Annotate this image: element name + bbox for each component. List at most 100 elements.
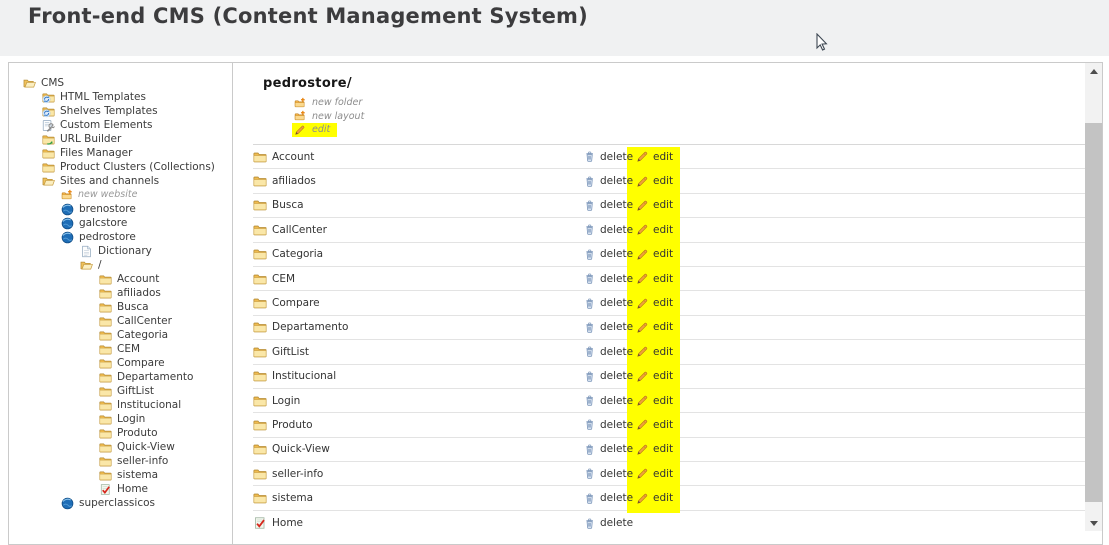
- trash-icon: [583, 175, 596, 188]
- scrollbar[interactable]: [1085, 63, 1102, 531]
- delete-button[interactable]: delete: [583, 194, 633, 217]
- tree-item-sites-and-channels[interactable]: Sites and channels: [9, 174, 232, 188]
- delete-button[interactable]: delete: [583, 511, 633, 535]
- pencil-icon: [294, 124, 306, 136]
- tree-item-custom-elements[interactable]: Custom Elements: [9, 118, 232, 132]
- edit-label: edit: [653, 248, 673, 260]
- pencil-icon: [636, 297, 649, 310]
- folder-closed-icon: [99, 301, 112, 314]
- folder-closed-icon: [253, 272, 267, 286]
- tree-item-label: CEM: [117, 342, 140, 356]
- list-row-giftlist: GiftListdeleteedit: [253, 340, 1085, 364]
- tree-item-label: CallCenter: [117, 314, 172, 328]
- edit-button[interactable]: edit: [636, 413, 673, 436]
- tree-item-brenostore[interactable]: brenostore: [9, 202, 232, 216]
- edit-button[interactable]: edit: [636, 365, 673, 388]
- scroll-down-button[interactable]: [1085, 515, 1102, 531]
- globe-icon: [61, 217, 74, 230]
- scrollbar-thumb[interactable]: [1085, 123, 1102, 502]
- new-layout-action[interactable]: new layout: [292, 110, 371, 124]
- tree-item-seller-info[interactable]: seller-info: [9, 454, 232, 468]
- pencil-icon: [636, 492, 649, 505]
- tree-item-cms[interactable]: CMS: [9, 76, 232, 90]
- trash-icon: [583, 394, 596, 407]
- edit-label: edit: [653, 199, 673, 211]
- new-folder-action[interactable]: new folder: [292, 96, 369, 110]
- edit-button[interactable]: edit: [636, 194, 673, 217]
- tree-item-produto[interactable]: Produto: [9, 426, 232, 440]
- delete-button[interactable]: delete: [583, 486, 633, 509]
- delete-button[interactable]: delete: [583, 291, 633, 314]
- edit-action[interactable]: edit: [292, 123, 337, 137]
- edit-button[interactable]: edit: [636, 218, 673, 241]
- tree-item-dictionary[interactable]: Dictionary: [9, 244, 232, 258]
- tree-item-product-clusters-collections[interactable]: Product Clusters (Collections): [9, 160, 232, 174]
- folder-closed-icon: [99, 455, 112, 468]
- scroll-up-button[interactable]: [1085, 63, 1102, 79]
- tree-item-label: Product Clusters (Collections): [60, 160, 215, 174]
- folder-closed-icon: [253, 150, 267, 164]
- tree-item-busca[interactable]: Busca: [9, 300, 232, 314]
- edit-button[interactable]: edit: [636, 462, 673, 485]
- tree-item-categoria[interactable]: Categoria: [9, 328, 232, 342]
- tree-item-files-manager[interactable]: Files Manager: [9, 146, 232, 160]
- tree-item-label: Compare: [117, 356, 165, 370]
- trash-icon: [583, 467, 596, 480]
- action-label: edit: [312, 124, 330, 135]
- delete-button[interactable]: delete: [583, 316, 633, 339]
- tree-item-cem[interactable]: CEM: [9, 342, 232, 356]
- edit-label: edit: [653, 321, 673, 333]
- pencil-icon: [636, 443, 649, 456]
- delete-button[interactable]: delete: [583, 267, 633, 290]
- delete-button[interactable]: delete: [583, 243, 633, 266]
- tree-item-login[interactable]: Login: [9, 412, 232, 426]
- edit-button[interactable]: edit: [636, 291, 673, 314]
- delete-button[interactable]: delete: [583, 462, 633, 485]
- edit-label: edit: [653, 346, 673, 358]
- delete-button[interactable]: delete: [583, 169, 633, 192]
- tree-item-callcenter[interactable]: CallCenter: [9, 314, 232, 328]
- folder-closed-icon: [99, 315, 112, 328]
- tree-item-afiliados[interactable]: afiliados: [9, 286, 232, 300]
- tree-item-superclassicos[interactable]: superclassicos: [9, 496, 232, 510]
- tree-item-html-templates[interactable]: HTML Templates: [9, 90, 232, 104]
- delete-button[interactable]: delete: [583, 145, 633, 168]
- row-name: Busca: [253, 194, 304, 217]
- edit-button[interactable]: edit: [636, 267, 673, 290]
- folder-closed-icon: [99, 385, 112, 398]
- tree-item-label: Files Manager: [60, 146, 132, 160]
- delete-button[interactable]: delete: [583, 389, 633, 412]
- tree-item-root[interactable]: /: [9, 258, 232, 272]
- row-name: Login: [253, 389, 300, 412]
- row-name-label: sistema: [272, 492, 313, 504]
- delete-button[interactable]: delete: [583, 340, 633, 363]
- tree-item-home[interactable]: Home: [9, 482, 232, 496]
- edit-button[interactable]: edit: [636, 243, 673, 266]
- edit-button[interactable]: edit: [636, 169, 673, 192]
- tree-item-url-builder[interactable]: URL Builder: [9, 132, 232, 146]
- tree-item-quick-view[interactable]: Quick-View: [9, 440, 232, 454]
- tree-item-giftlist[interactable]: GiftList: [9, 384, 232, 398]
- pencil-icon: [636, 199, 649, 212]
- tree-item-compare[interactable]: Compare: [9, 356, 232, 370]
- edit-button[interactable]: edit: [636, 340, 673, 363]
- edit-button[interactable]: edit: [636, 486, 673, 509]
- tree-item-galcstore[interactable]: galcstore: [9, 216, 232, 230]
- tree-item-pedrostore[interactable]: pedrostore: [9, 230, 232, 244]
- delete-label: delete: [600, 151, 633, 163]
- delete-button[interactable]: delete: [583, 218, 633, 241]
- tree-item-shelves-templates[interactable]: Shelves Templates: [9, 104, 232, 118]
- tree-item-sistema[interactable]: sistema: [9, 468, 232, 482]
- tree-item-account[interactable]: Account: [9, 272, 232, 286]
- edit-button[interactable]: edit: [636, 389, 673, 412]
- tree-item-institucional[interactable]: Institucional: [9, 398, 232, 412]
- tree-item-departamento[interactable]: Departamento: [9, 370, 232, 384]
- tree-item-label: GiftList: [117, 384, 154, 398]
- edit-button[interactable]: edit: [636, 438, 673, 461]
- delete-button[interactable]: delete: [583, 365, 633, 388]
- tree-item-new-website[interactable]: new website: [9, 188, 232, 202]
- edit-button[interactable]: edit: [636, 316, 673, 339]
- delete-button[interactable]: delete: [583, 413, 633, 436]
- edit-button[interactable]: edit: [636, 145, 673, 168]
- delete-button[interactable]: delete: [583, 438, 633, 461]
